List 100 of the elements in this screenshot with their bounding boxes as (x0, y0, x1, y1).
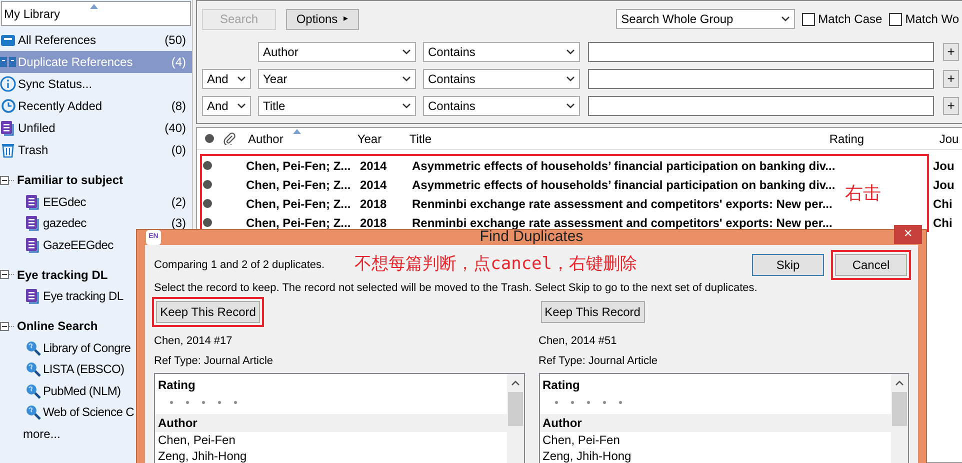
search-value-field[interactable] (588, 69, 934, 89)
citation-text: Chen, 2014 #51 (538, 334, 618, 348)
sidebar-item[interactable]: Recently Added (8) (0, 95, 192, 117)
drawer-icon (0, 32, 16, 48)
group-set-title: Eye tracking DL (17, 266, 108, 284)
collapse-icon[interactable] (0, 270, 14, 279)
year-cell-text: 2014 (360, 158, 388, 174)
duplicate-icon (0, 54, 16, 70)
scope-dropdown[interactable]: Search Whole Group (616, 9, 796, 29)
journal-cell-text: Jou (933, 158, 954, 174)
journal-cell-text: Jou (933, 176, 954, 194)
author-text: Zeng, Jhih-Hong (158, 448, 248, 463)
add-criterion-button[interactable]: + (943, 43, 959, 61)
year-cell-text: 2018 (360, 196, 388, 212)
field-dropdown[interactable]: Title (258, 96, 416, 116)
document-icon (0, 120, 16, 136)
status-text: Comparing 1 and 2 of 2 duplicates. (154, 258, 325, 273)
checkbox[interactable]: Match Case (802, 10, 882, 28)
field-label: Rating (542, 376, 581, 394)
year-cell-text: 2018 (360, 214, 388, 232)
scroll-up-icon[interactable] (510, 380, 520, 386)
sidebar-item[interactable]: Sync Status... (0, 73, 192, 95)
checkbox[interactable]: Match Wo (889, 10, 959, 28)
dialog-title: Find Duplicates (480, 228, 584, 248)
column-header[interactable]: Title (409, 130, 830, 148)
chevron-down-icon (566, 49, 575, 55)
sidebar-item[interactable]: All References (50) (0, 29, 192, 51)
author-cell-text: Chen, Pei-Fen; Z... (246, 214, 352, 232)
operator-dropdown[interactable]: Contains (423, 96, 580, 116)
document-icon (25, 194, 41, 210)
chevron-down-icon (402, 103, 411, 109)
journal-cell-text: Chi (933, 214, 952, 232)
field-label: Author (155, 414, 506, 432)
title-cell-text: Renminbi exchange rate assessment and competitors' exports: New per... (412, 214, 832, 230)
read-status-icon (205, 134, 214, 143)
title-cell-text: Asymmetric effects of households’ financial participation on banking div... (412, 158, 832, 174)
column-header[interactable]: Year (357, 130, 410, 148)
scroll-up-icon[interactable] (895, 380, 904, 386)
group-set-title: Familiar to subject (17, 172, 124, 189)
chevron-down-icon (781, 16, 790, 22)
column-header[interactable]: Rating (829, 130, 940, 148)
operator-dropdown[interactable]: Contains (423, 69, 580, 89)
sort-arrow-icon (90, 4, 98, 9)
annotation-text: 不想每篇判断，点cancel，右键删除 (354, 253, 638, 276)
field-label: Rating (158, 376, 196, 394)
dialog-button[interactable]: Skip (752, 254, 824, 276)
paperclip-icon (223, 132, 236, 145)
journal-cell-text: Chi (933, 196, 952, 212)
chevron-down-icon (237, 76, 246, 82)
column-header[interactable]: Jou (939, 130, 959, 148)
keep-record-button[interactable]: Keep This Record (156, 300, 260, 322)
search-value-field[interactable] (588, 96, 934, 116)
instructions-text: Select the record to keep. The record not selected will be moved to the Trash. Select Skip to go to the next set of duplicates. (154, 281, 758, 296)
keep-record-button[interactable]: Keep This Record (540, 300, 644, 322)
scrollbar-thumb[interactable] (892, 392, 907, 426)
sidebar-item[interactable]: Trash (0) (0, 139, 192, 161)
column-header[interactable]: Author (248, 130, 284, 148)
title-cell-text: Renminbi exchange rate assessment and competitors' exports: New per... (412, 196, 832, 212)
operator-dropdown[interactable]: Contains (423, 42, 580, 62)
chevron-down-icon (402, 49, 411, 55)
search-value-field[interactable] (588, 42, 934, 62)
sidebar-item[interactable]: Unfiled (40) (0, 117, 192, 139)
info-icon (0, 76, 16, 92)
ref-type-text: Ref Type: Journal Article (538, 354, 659, 369)
author-cell-text: Chen, Pei-Fen; Z... (246, 158, 352, 174)
collapse-icon[interactable] (0, 176, 14, 184)
scrollbar-thumb[interactable] (508, 392, 522, 426)
chevron-down-icon (402, 76, 411, 82)
author-cell-text: Chen, Pei-Fen; Z... (246, 196, 352, 212)
close-button[interactable]: ✕ (894, 225, 922, 244)
clock-icon (0, 98, 16, 114)
dialog-button[interactable]: Cancel (835, 254, 907, 276)
author-cell-text: Chen, Pei-Fen; Z... (246, 176, 352, 194)
ref-type-text: Ref Type: Journal Article (154, 354, 274, 369)
chevron-down-icon (566, 103, 575, 109)
annotation-text: 右击 (845, 182, 881, 205)
add-criterion-button[interactable]: + (943, 70, 959, 88)
author-text: Chen, Pei-Fen (158, 432, 236, 448)
library-header: My Library (1, 1, 191, 26)
connector-dropdown[interactable]: And (202, 96, 251, 116)
globe-search-icon (25, 340, 41, 356)
document-icon (25, 236, 41, 253)
globe-search-icon (25, 404, 41, 420)
trash-icon (0, 142, 16, 158)
collapse-icon[interactable] (0, 322, 14, 330)
field-label: Author (540, 414, 891, 432)
connector-dropdown[interactable]: And (202, 69, 251, 89)
document-icon (25, 288, 41, 304)
sort-arrow-icon (293, 129, 302, 134)
chevron-down-icon (237, 103, 246, 109)
field-dropdown[interactable]: Author (258, 42, 416, 62)
group-set-title: Online Search (17, 318, 98, 335)
sidebar-item[interactable]: EEGdec (2) (0, 191, 192, 212)
year-cell-text: 2014 (360, 176, 388, 194)
author-text: Chen, Pei-Fen (542, 432, 621, 448)
chevron-down-icon (566, 76, 575, 82)
globe-search-icon (25, 382, 41, 399)
options-button[interactable]: Options ▸ (286, 8, 359, 30)
add-criterion-button[interactable]: + (943, 97, 959, 115)
field-dropdown[interactable]: Year (258, 69, 416, 89)
